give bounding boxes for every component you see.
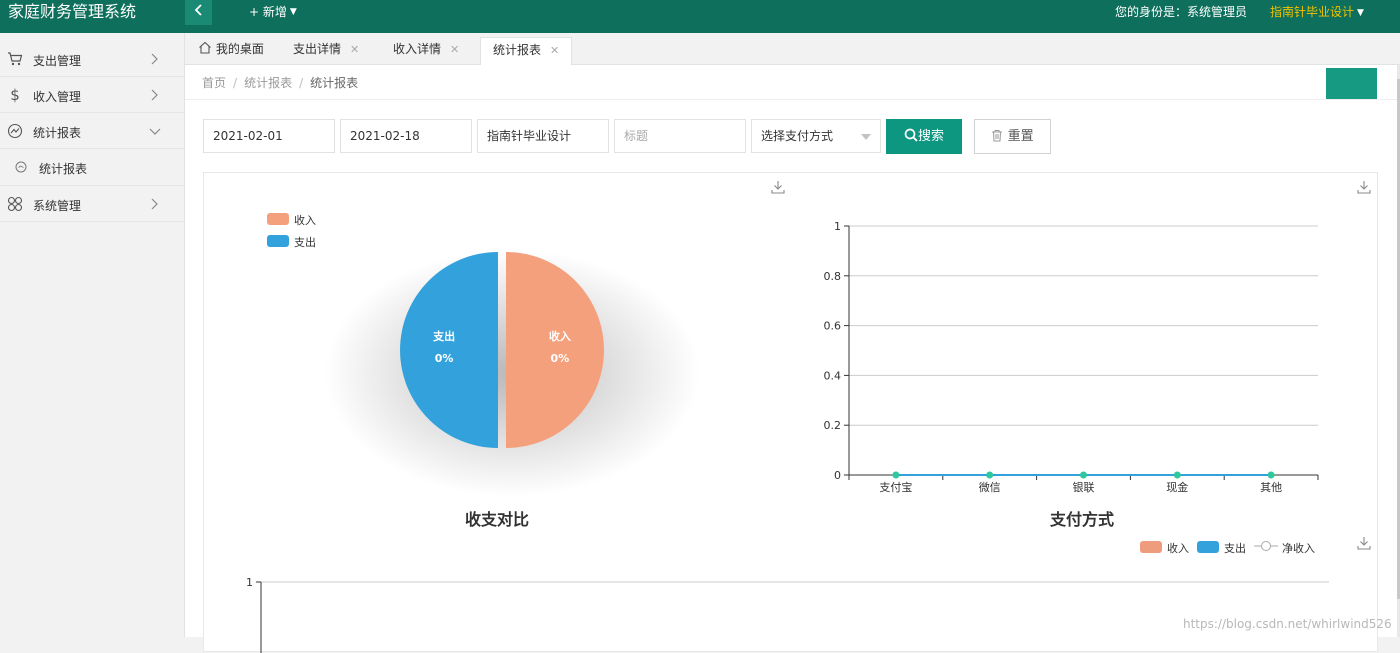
cart-icon	[7, 51, 23, 67]
sidebar: 支出管理 $ 收入管理 统计报表 统计报表 系统管理	[0, 33, 185, 637]
chart-line-icon	[7, 123, 23, 139]
tab-bar: 我的桌面 支出详情 ✕ 收入详情 ✕ 统计报表 ✕	[185, 33, 1400, 65]
grid-icon	[7, 196, 23, 212]
start-date-field[interactable]: 2021-02-01	[203, 119, 335, 153]
search-button[interactable]: 搜索	[886, 119, 962, 154]
divider	[185, 99, 1397, 100]
reset-button[interactable]: 重置	[974, 119, 1051, 154]
sidebar-item-income[interactable]: $ 收入管理	[0, 77, 184, 113]
title-input[interactable]: 标题	[614, 119, 746, 153]
close-icon[interactable]: ✕	[350, 43, 359, 56]
home-icon	[199, 41, 211, 54]
new-menu-button[interactable]: + 新增 ▼	[249, 0, 297, 25]
sidebar-item-system[interactable]: 系统管理	[0, 186, 184, 222]
end-date-field[interactable]: 2021-02-18	[340, 119, 472, 153]
user-menu[interactable]: 指南针毕业设计 ▼	[1270, 0, 1364, 26]
sidebar-toggle-button[interactable]	[185, 0, 212, 25]
sidebar-item-label: 支出管理	[33, 54, 82, 68]
bar-chart: 1	[246, 576, 1329, 653]
breadcrumb-reports[interactable]: 统计报表	[244, 76, 292, 90]
reset-label: 重置	[1007, 129, 1034, 144]
sidebar-item-reports[interactable]: 统计报表	[0, 113, 184, 149]
breadcrumb-separator: /	[233, 76, 238, 90]
breadcrumb-current: 统计报表	[310, 76, 359, 90]
app-title: 家庭财务管理系统	[8, 2, 137, 21]
chevron-right-icon	[151, 198, 158, 210]
dollar-icon: $	[10, 86, 20, 104]
search-icon	[904, 128, 918, 142]
y-tick-label: 1	[246, 576, 253, 589]
tab-desktop[interactable]: 我的桌面	[198, 37, 264, 65]
tab-label: 支出详情	[293, 42, 342, 56]
breadcrumb: 首页 / 统计报表 / 统计报表	[202, 74, 358, 91]
name-field[interactable]: 指南针毕业设计	[477, 119, 609, 153]
circle-dot-icon	[15, 161, 27, 173]
charts-panel: 收入 支出 收入 0% 支出 0% 收支对比 0 0.2 0.4 0.6 0.8 1 支付宝 微信银…	[203, 172, 1378, 653]
tab-label: 我的桌面	[215, 42, 264, 56]
app-header: 家庭财务管理系统 + 新增 ▼ 您的身份是：系统管理员 指南针毕业设计 ▼	[0, 0, 1400, 33]
tab-expense-detail[interactable]: 支出详情 ✕	[293, 37, 359, 65]
sidebar-item-label: 收入管理	[33, 90, 82, 104]
sidebar-item-expense[interactable]: 支出管理	[0, 41, 184, 77]
caret-down-icon: ▼	[289, 7, 297, 17]
tab-income-detail[interactable]: 收入详情 ✕	[393, 37, 459, 65]
payment-method-select[interactable]: 选择支付方式	[751, 119, 881, 153]
sidebar-item-label: 统计报表	[33, 126, 82, 140]
tab-label: 统计报表	[493, 43, 542, 57]
breadcrumb-home[interactable]: 首页	[202, 76, 226, 90]
payment-method-value: 选择支付方式	[761, 129, 834, 143]
chevron-right-icon	[151, 89, 158, 101]
trash-icon	[992, 130, 1003, 142]
close-icon[interactable]: ✕	[450, 43, 459, 56]
search-label: 搜索	[917, 129, 944, 144]
chevron-right-icon	[151, 53, 158, 65]
new-label: + 新增	[249, 5, 287, 19]
caret-down-icon: ▼	[1357, 8, 1364, 18]
tab-reports[interactable]: 统计报表 ✕	[480, 37, 573, 65]
watermark: https://blog.csdn.net/whirlwind526	[1183, 617, 1392, 631]
identity-label: 您的身份是：系统管理员	[1115, 5, 1248, 19]
close-icon[interactable]: ✕	[550, 44, 559, 57]
main-content: 首页 / 统计报表 / 统计报表 2021-02-01 2021-02-18 指南针毕业…	[185, 65, 1397, 653]
sidebar-item-label: 系统管理	[33, 199, 82, 213]
chevron-left-icon	[194, 4, 202, 16]
tab-label: 收入详情	[393, 42, 442, 56]
sidebar-subitem-label: 统计报表	[39, 162, 88, 176]
sidebar-subitem-reports[interactable]: 统计报表	[0, 149, 184, 186]
username: 指南针毕业设计	[1270, 5, 1355, 19]
breadcrumb-separator: /	[299, 76, 304, 90]
refresh-button[interactable]	[1326, 68, 1377, 100]
chevron-down-icon	[149, 128, 161, 135]
caret-down-icon	[861, 134, 871, 140]
